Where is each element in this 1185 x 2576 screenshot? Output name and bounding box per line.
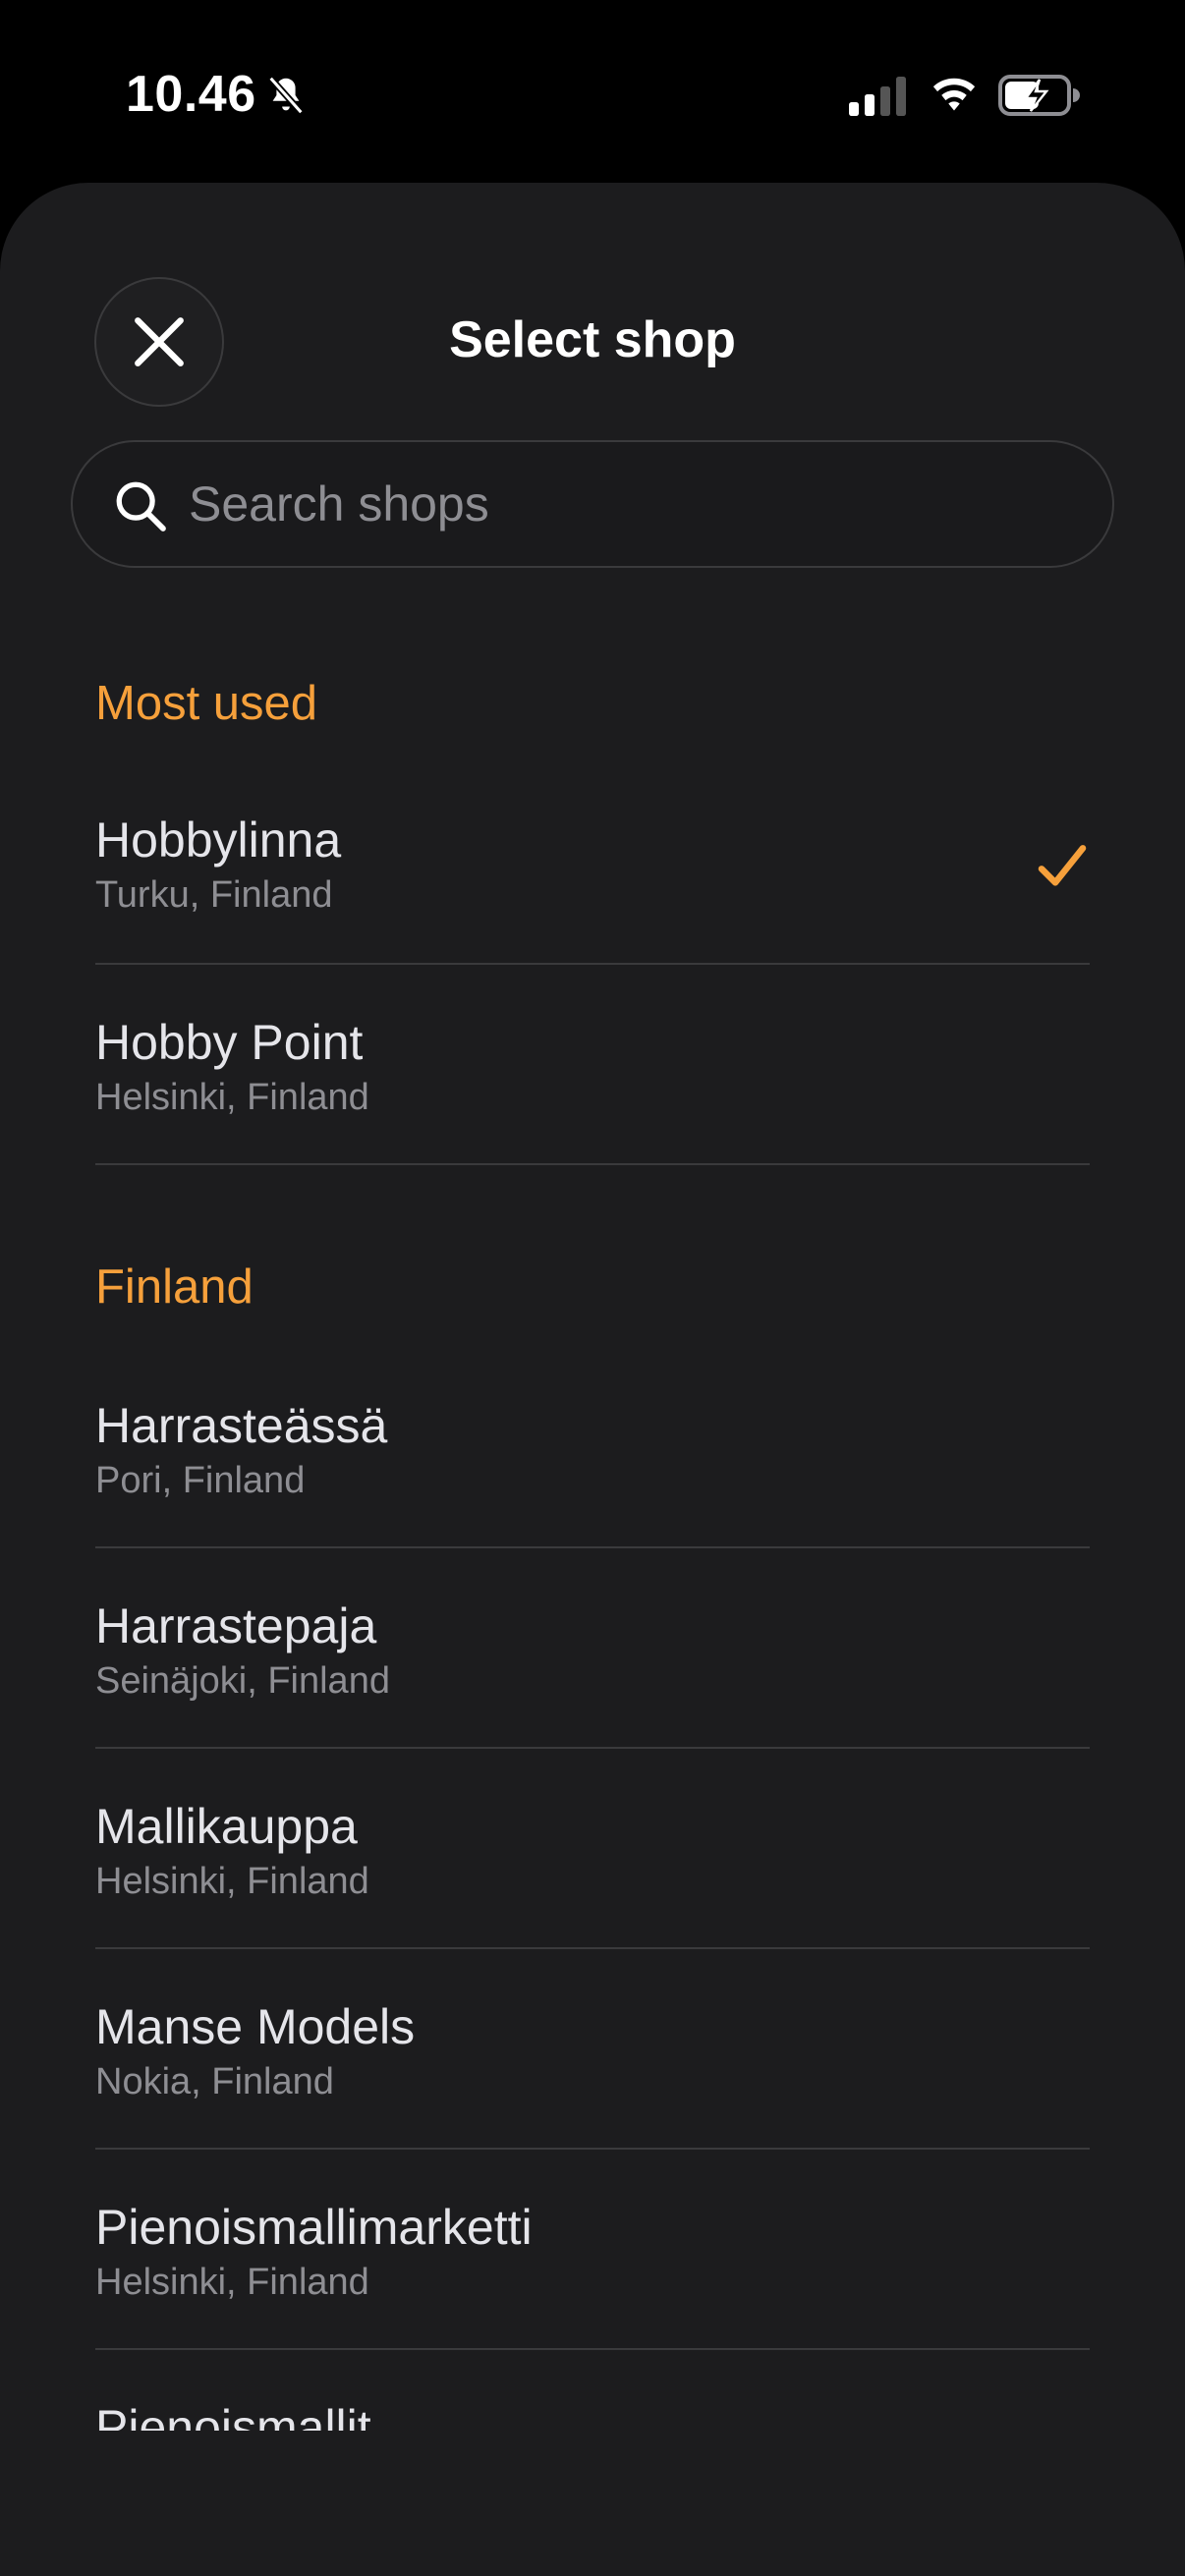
shop-row-harrasteassa[interactable]: Harrasteässä Pori, Finland [95, 1348, 1090, 1548]
checkmark-icon [1038, 845, 1087, 886]
shop-name: Hobby Point [95, 1015, 364, 1070]
bell-muted-icon [268, 76, 304, 115]
status-bar: 10.46 [0, 0, 1185, 187]
shop-location: Helsinki, Finland [95, 2262, 369, 2303]
status-time: 10.46 [126, 66, 256, 123]
shop-row-manse-models[interactable]: Manse Models Nokia, Finland [95, 1949, 1090, 2150]
search-icon [116, 481, 166, 532]
shop-location: Turku, Finland [95, 874, 333, 916]
select-shop-sheet: Select shop Most used Hobbylinna Turku, … [0, 183, 1185, 2576]
shop-row-pienoismallit[interactable]: Pienoismallit [95, 2350, 1090, 2431]
divider [95, 1163, 1090, 1165]
shop-name: Pienoismallimarketti [95, 2200, 533, 2255]
shop-name: Harrastepaja [95, 1598, 377, 1653]
search-input[interactable] [189, 442, 1073, 566]
wifi-icon [932, 78, 976, 111]
shop-row-hobbylinna[interactable]: Hobbylinna Turku, Finland [95, 764, 1090, 965]
cellular-signal-icon [849, 77, 906, 116]
page-title: Select shop [449, 311, 736, 368]
shop-name: Mallikauppa [95, 1799, 358, 1854]
shop-row-mallikauppa[interactable]: Mallikauppa Helsinki, Finland [95, 1749, 1090, 1949]
section-header-finland: Finland [95, 1260, 254, 1314]
shop-name: Pienoismallit [95, 2400, 371, 2431]
shop-name: Harrasteässä [95, 1398, 388, 1453]
shop-name: Hobbylinna [95, 812, 342, 868]
shop-location: Nokia, Finland [95, 2061, 334, 2102]
shop-location: Helsinki, Finland [95, 1861, 369, 1902]
shop-location: Pori, Finland [95, 1460, 306, 1501]
shop-row-pienoismallimarketti[interactable]: Pienoismallimarketti Helsinki, Finland [95, 2150, 1090, 2350]
screen: 10.46 Select shop Search shops Most used… [0, 0, 1185, 2576]
battery-charging-icon [998, 75, 1080, 116]
section-header-most-used: Most used [95, 677, 318, 730]
shop-row-harrastepaja[interactable]: Harrastepaja Seinäjoki, Finland [95, 1548, 1090, 1749]
shop-row-hobby-point[interactable]: Hobby Point Helsinki, Finland [95, 965, 1090, 1165]
shop-location: Seinäjoki, Finland [95, 1660, 390, 1702]
shop-name: Manse Models [95, 1999, 416, 2054]
shop-location: Helsinki, Finland [95, 1077, 369, 1118]
shop-list[interactable]: Most used Hobbylinna Turku, Finland Hobb… [0, 595, 1185, 2431]
search-bar[interactable] [71, 440, 1114, 568]
